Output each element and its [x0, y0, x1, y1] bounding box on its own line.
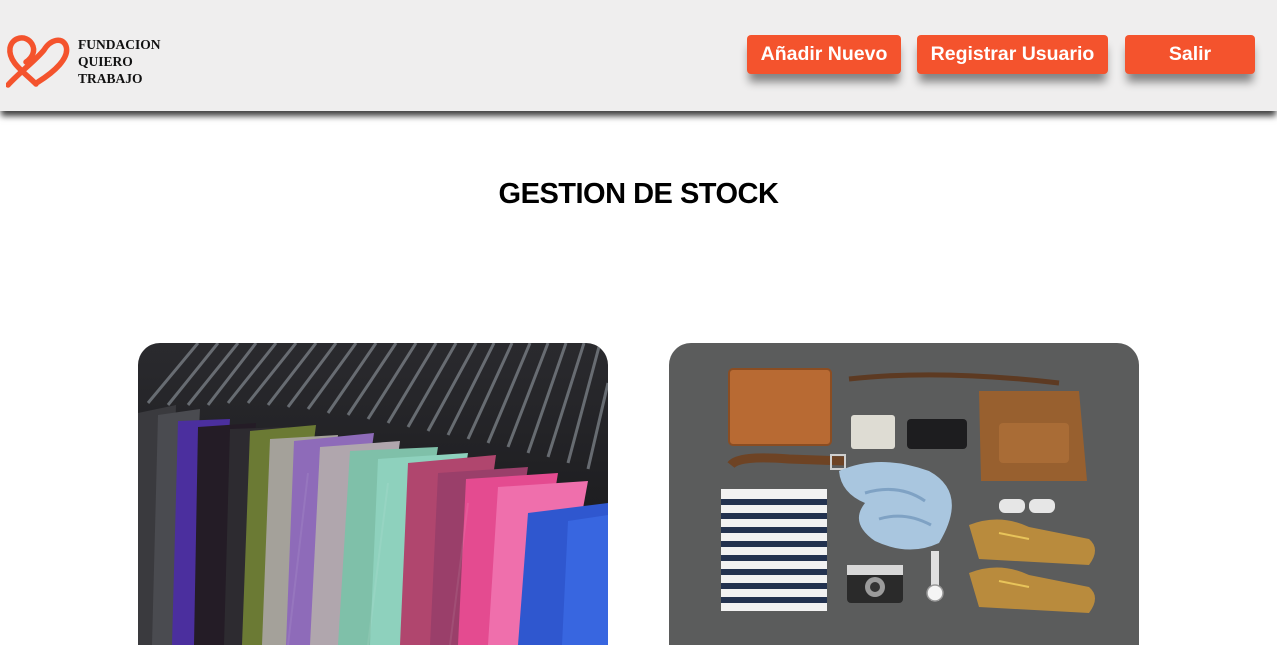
brand[interactable]: FUNDACION QUIERO TRABAJO: [6, 34, 161, 88]
heart-ribbon-logo-icon: [6, 35, 70, 88]
brand-line-3: TRABAJO: [78, 71, 143, 86]
clothing-card[interactable]: [138, 343, 608, 645]
clothing-rack-photo: [138, 343, 608, 645]
accessories-flatlay-photo: [669, 343, 1139, 645]
register-user-button[interactable]: Registrar Usuario: [917, 35, 1108, 74]
brand-name: FUNDACION QUIERO TRABAJO: [78, 36, 161, 87]
exit-button[interactable]: Salir: [1125, 35, 1255, 74]
accessories-card[interactable]: [669, 343, 1139, 645]
top-navbar: FUNDACION QUIERO TRABAJO Añadir Nuevo Re…: [0, 0, 1277, 111]
page-title: GESTION DE STOCK: [498, 178, 779, 210]
add-new-button[interactable]: Añadir Nuevo: [747, 35, 901, 74]
brand-line-2: QUIERO: [78, 54, 133, 69]
brand-line-1: FUNDACION: [78, 37, 161, 52]
